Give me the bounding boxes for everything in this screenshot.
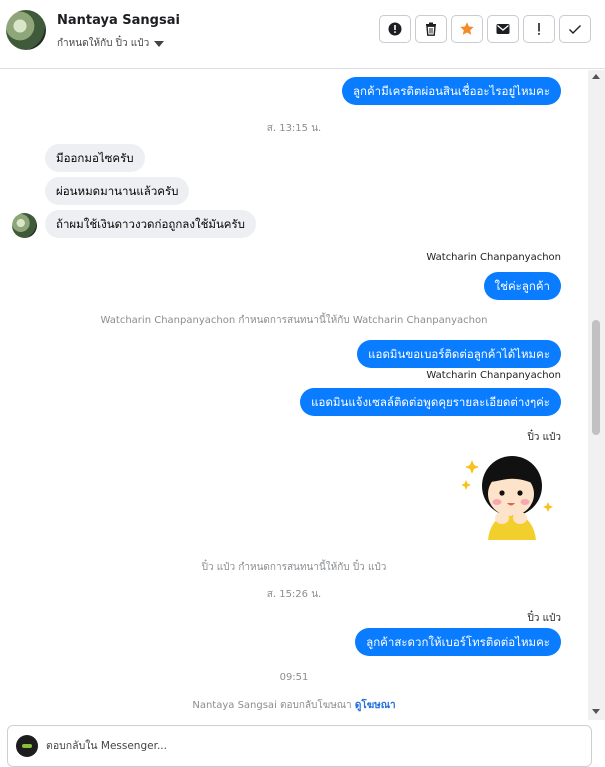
message-thread: ลูกค้ามีเครดิตผ่อนสินเชื่ออะไรอยู่ไหมคะ … [0, 70, 588, 720]
contact-avatar[interactable] [6, 10, 46, 50]
system-message: Watcharin Chanpanyachon กำหนดการสนทนานี้… [100, 315, 488, 326]
exclamation-icon [538, 23, 540, 35]
ad-reply-text: Nantaya Sangsai ตอบกลับโฆษณา [192, 700, 352, 711]
mark-unread-button[interactable] [487, 15, 519, 43]
contact-name[interactable]: Nantaya Sangsai [57, 13, 180, 28]
girl-sticker-image [462, 456, 553, 540]
outgoing-message: ลูกค้ามีเครดิตผ่อนสินเชื่ออะไรอยู่ไหมคะ [341, 77, 561, 105]
system-message: ปิ๋ว แป๋ว กำหนดการสนทนานี้ให้กับ ปิ๋ว แป… [201, 562, 387, 573]
incoming-message: มีออกมอไซครับ [45, 144, 145, 172]
outgoing-message: ลูกค้าสะดวกให้เบอร์โทรติดต่อไหมคะ [355, 628, 561, 656]
ad-reply-notice: Nantaya Sangsai ตอบกลับโฆษณา ดูโฆษณา [0, 698, 588, 713]
header-actions [379, 15, 591, 43]
scrollbar-thumb[interactable] [592, 320, 600, 435]
sender-name: Watcharin Chanpanyachon [426, 370, 561, 381]
follow-up-button[interactable] [523, 15, 555, 43]
trash-icon [426, 22, 436, 36]
sender-name: ปิ๋ว แป๋ว [527, 432, 561, 443]
delete-button[interactable] [415, 15, 447, 43]
reply-input[interactable] [46, 737, 546, 755]
mark-done-button[interactable] [559, 15, 591, 43]
envelope-icon [496, 24, 510, 34]
timestamp: ส. 15:26 น. [266, 589, 322, 600]
page-avatar [16, 735, 38, 757]
outgoing-message: ใช่ค่ะลูกค้า [483, 272, 561, 300]
incoming-message: ผ่อนหมดมานานแล้วครับ [45, 177, 190, 205]
sender-name: Watcharin Chanpanyachon [426, 252, 561, 263]
assignee-label: กำหนดให้กับ ปิ๋ว แป๋ว [57, 38, 150, 49]
outgoing-message: แอดมินขอเบอร์ติดต่อลูกค้าได้ไหมคะ [357, 340, 561, 368]
mark-spam-button[interactable] [379, 15, 411, 43]
incoming-message: ถ้าผมใช้เงินดาวงวดก่อถูกลงใช้มันครับ [45, 210, 256, 238]
reply-composer [7, 725, 592, 767]
scroll-down-arrow-icon[interactable] [592, 709, 600, 714]
sender-name: ปิ๋ว แป๋ว [527, 613, 561, 624]
scroll-up-arrow-icon[interactable] [592, 74, 600, 79]
conversation-header: Nantaya Sangsai กำหนดให้กับ ปิ๋ว แป๋ว [0, 0, 605, 69]
chevron-down-icon [154, 40, 165, 47]
timestamp: ส. 13:15 น. [266, 123, 322, 134]
outgoing-message: แอดมินแจ้งเซลล์ติดต่อพูดคุยรายละเอียดต่า… [300, 388, 561, 416]
timestamp: 09:51 [279, 672, 309, 683]
assignee-dropdown[interactable]: กำหนดให้กับ ปิ๋ว แป๋ว [57, 36, 165, 51]
alert-circle-icon [388, 22, 402, 36]
star-icon [460, 22, 474, 35]
check-icon [569, 25, 581, 34]
thread-scrollbar[interactable] [588, 70, 605, 720]
contact-avatar-small[interactable] [12, 213, 37, 238]
star-button[interactable] [451, 15, 483, 43]
view-ad-link[interactable]: ดูโฆษณา [355, 700, 396, 711]
